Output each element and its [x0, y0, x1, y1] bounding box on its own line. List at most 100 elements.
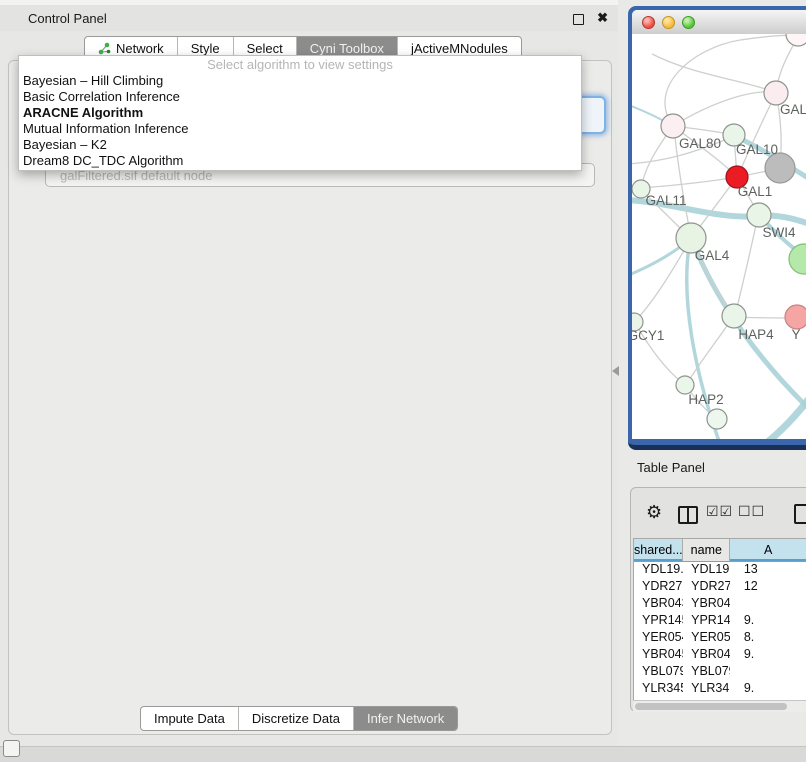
node-label-gal80: GAL80 [679, 136, 721, 151]
tab-infer-network[interactable]: Infer Network [354, 707, 457, 730]
close-panel-icon[interactable]: ✖ [597, 10, 608, 26]
table-row[interactable]: YLR345WYLR345W9. [634, 680, 806, 697]
network-node[interactable] [707, 409, 727, 429]
table-hscrollbar-thumb[interactable] [635, 703, 787, 710]
gear-icon[interactable]: ⚙ [646, 502, 662, 523]
table-cell: YBR045C [683, 646, 730, 663]
column-header-shared[interactable]: shared... [634, 539, 683, 561]
column-header-a[interactable]: A [730, 539, 806, 561]
table-row[interactable]: YBR045CYBR045C9. [634, 646, 806, 663]
algorithm-dropdown-placeholder: Select algorithm to view settings [19, 56, 581, 73]
column-header-name[interactable]: name [683, 539, 730, 561]
network-node-swi4[interactable] [747, 203, 771, 227]
node-label-swi4: SWI4 [762, 225, 795, 240]
algorithm-option-bayesian-k2[interactable]: Bayesian – K2 [19, 137, 581, 153]
table-cell [730, 663, 806, 680]
table-cell: YLR345W [634, 680, 683, 697]
tab-label: Infer Network [367, 711, 444, 726]
table-cell: YBR043C [634, 595, 683, 612]
table-cell: 13 [730, 561, 806, 578]
algorithm-option-mutual-information-inference[interactable]: Mutual Information Inference [19, 121, 581, 137]
node-table: shared...nameA YDL19...YDL19...13YDR27..… [633, 538, 806, 701]
table-cell: YDL19... [683, 561, 730, 578]
algorithm-option-list: Bayesian – Hill ClimbingBasic Correlatio… [19, 73, 581, 169]
node-label-gal1: GAL1 [738, 184, 773, 199]
table-row[interactable]: YBL079WYBL079W [634, 663, 806, 680]
network-icon [98, 42, 111, 55]
tab-label: Impute Data [154, 711, 225, 726]
select-all-checkboxes-icon[interactable]: ☑☑ [706, 503, 733, 520]
table-row[interactable]: YDL19...YDL19...13 [634, 561, 806, 578]
split-divider-arrow-icon[interactable] [612, 366, 619, 376]
table-cell: YDR27... [634, 578, 683, 595]
network-canvas[interactable]: GAL GAL80 GAL10 GAL1 GAL11 SWI4 GAL4 GCY1 HAP4 Y H… [632, 34, 806, 439]
table-header-row: shared...nameA [634, 539, 806, 562]
table-cell: YBL079W [634, 663, 683, 680]
minimize-window-icon[interactable] [662, 16, 675, 29]
network-window-titlebar [632, 10, 806, 35]
tab-label: Cyni Toolbox [310, 41, 384, 56]
table-row[interactable]: YBR043CYBR043C [634, 595, 806, 612]
bottom-strip [0, 746, 806, 762]
node-label-hap4: HAP4 [738, 327, 774, 342]
node-label-hap2: HAP2 [688, 392, 723, 407]
table-cell: YDR27... [683, 578, 730, 595]
tab-discretize-data[interactable]: Discretize Data [239, 707, 354, 730]
table-horizontal-scrollbar[interactable] [633, 700, 806, 712]
network-view-window: GAL GAL80 GAL10 GAL1 GAL11 SWI4 GAL4 GCY1 HAP4 Y H… [628, 6, 806, 450]
table-cell: 9. [730, 680, 806, 697]
algorithm-dropdown-popup: Select algorithm to view settings Bayesi… [18, 55, 582, 171]
table-cell: YBR043C [683, 595, 730, 612]
node-label-y: Y [791, 327, 800, 342]
table-cell [730, 595, 806, 612]
algorithm-option-bayesian-hill-climbing[interactable]: Bayesian – Hill Climbing [19, 73, 581, 89]
network-view-inner: GAL GAL80 GAL10 GAL1 GAL11 SWI4 GAL4 GCY1 HAP4 Y H… [632, 10, 806, 439]
control-panel-titlebar: Control Panel ✖ [0, 5, 618, 32]
table-panel-toolbar: ⚙ ☑☑ ☐☐ [630, 500, 806, 530]
tab-impute-data[interactable]: Impute Data [141, 707, 239, 730]
split-columns-icon[interactable] [678, 506, 698, 524]
table-body: YDL19...YDL19...13YDR27...YDR27...12YBR0… [634, 561, 806, 701]
node-label-gal11: GAL11 [645, 193, 686, 208]
cyni-bottom-tabbar: Impute Data Discretize Data Infer Network [140, 706, 458, 731]
network-node-y[interactable] [785, 305, 806, 329]
table-cell: YBL079W [683, 663, 730, 680]
network-node-hap4[interactable] [722, 304, 746, 328]
column-icon[interactable] [794, 504, 806, 524]
table-cell: YER054C [683, 629, 730, 646]
tab-label: Style [191, 41, 220, 56]
node-label-gcy1: GCY1 [632, 328, 664, 343]
tab-label: Discretize Data [252, 711, 340, 726]
table-cell: 9. [730, 612, 806, 629]
network-node[interactable] [786, 34, 806, 46]
node-label-gal10: GAL10 [736, 142, 778, 157]
algorithm-option-basic-correlation-inference[interactable]: Basic Correlation Inference [19, 89, 581, 105]
network-node-gal80[interactable] [661, 114, 685, 138]
table-cell: YDL19... [634, 561, 683, 578]
table-cell: YPR145W [683, 612, 730, 629]
screen: Control Panel ✖ Network Style Select Cyni T… [0, 0, 806, 762]
table-cell: YLR345W [683, 680, 730, 697]
float-panel-icon[interactable] [573, 14, 584, 25]
algorithm-option-dream8-dc-tdc-algorithm[interactable]: Dream8 DC_TDC Algorithm [19, 153, 581, 169]
deselect-checkboxes-icon[interactable]: ☐☐ [738, 503, 765, 520]
algorithm-option-aracne-algorithm[interactable]: ARACNE Algorithm [19, 105, 581, 121]
node-label-gal: GAL [780, 102, 806, 117]
close-window-icon[interactable] [642, 16, 655, 29]
zoom-window-icon[interactable] [682, 16, 695, 29]
tab-label: Select [247, 41, 283, 56]
table-row[interactable]: YER054CYER054C8. [634, 629, 806, 646]
table-row[interactable]: YDR27...YDR27...12 [634, 578, 806, 595]
control-panel-title: Control Panel [28, 11, 107, 26]
table-cell: 9. [730, 646, 806, 663]
table-cell: YBR045C [634, 646, 683, 663]
node-label-gal4: GAL4 [695, 248, 730, 263]
table-cell: 8. [730, 629, 806, 646]
table-row[interactable]: YPR145WYPR145W9. [634, 612, 806, 629]
table-cell: YER054C [634, 629, 683, 646]
minimized-panel-icon[interactable] [3, 740, 20, 757]
table-cell: YPR145W [634, 612, 683, 629]
tab-label: Network [116, 41, 164, 56]
network-node[interactable] [765, 153, 795, 183]
table-panel-title: Table Panel [637, 460, 705, 475]
